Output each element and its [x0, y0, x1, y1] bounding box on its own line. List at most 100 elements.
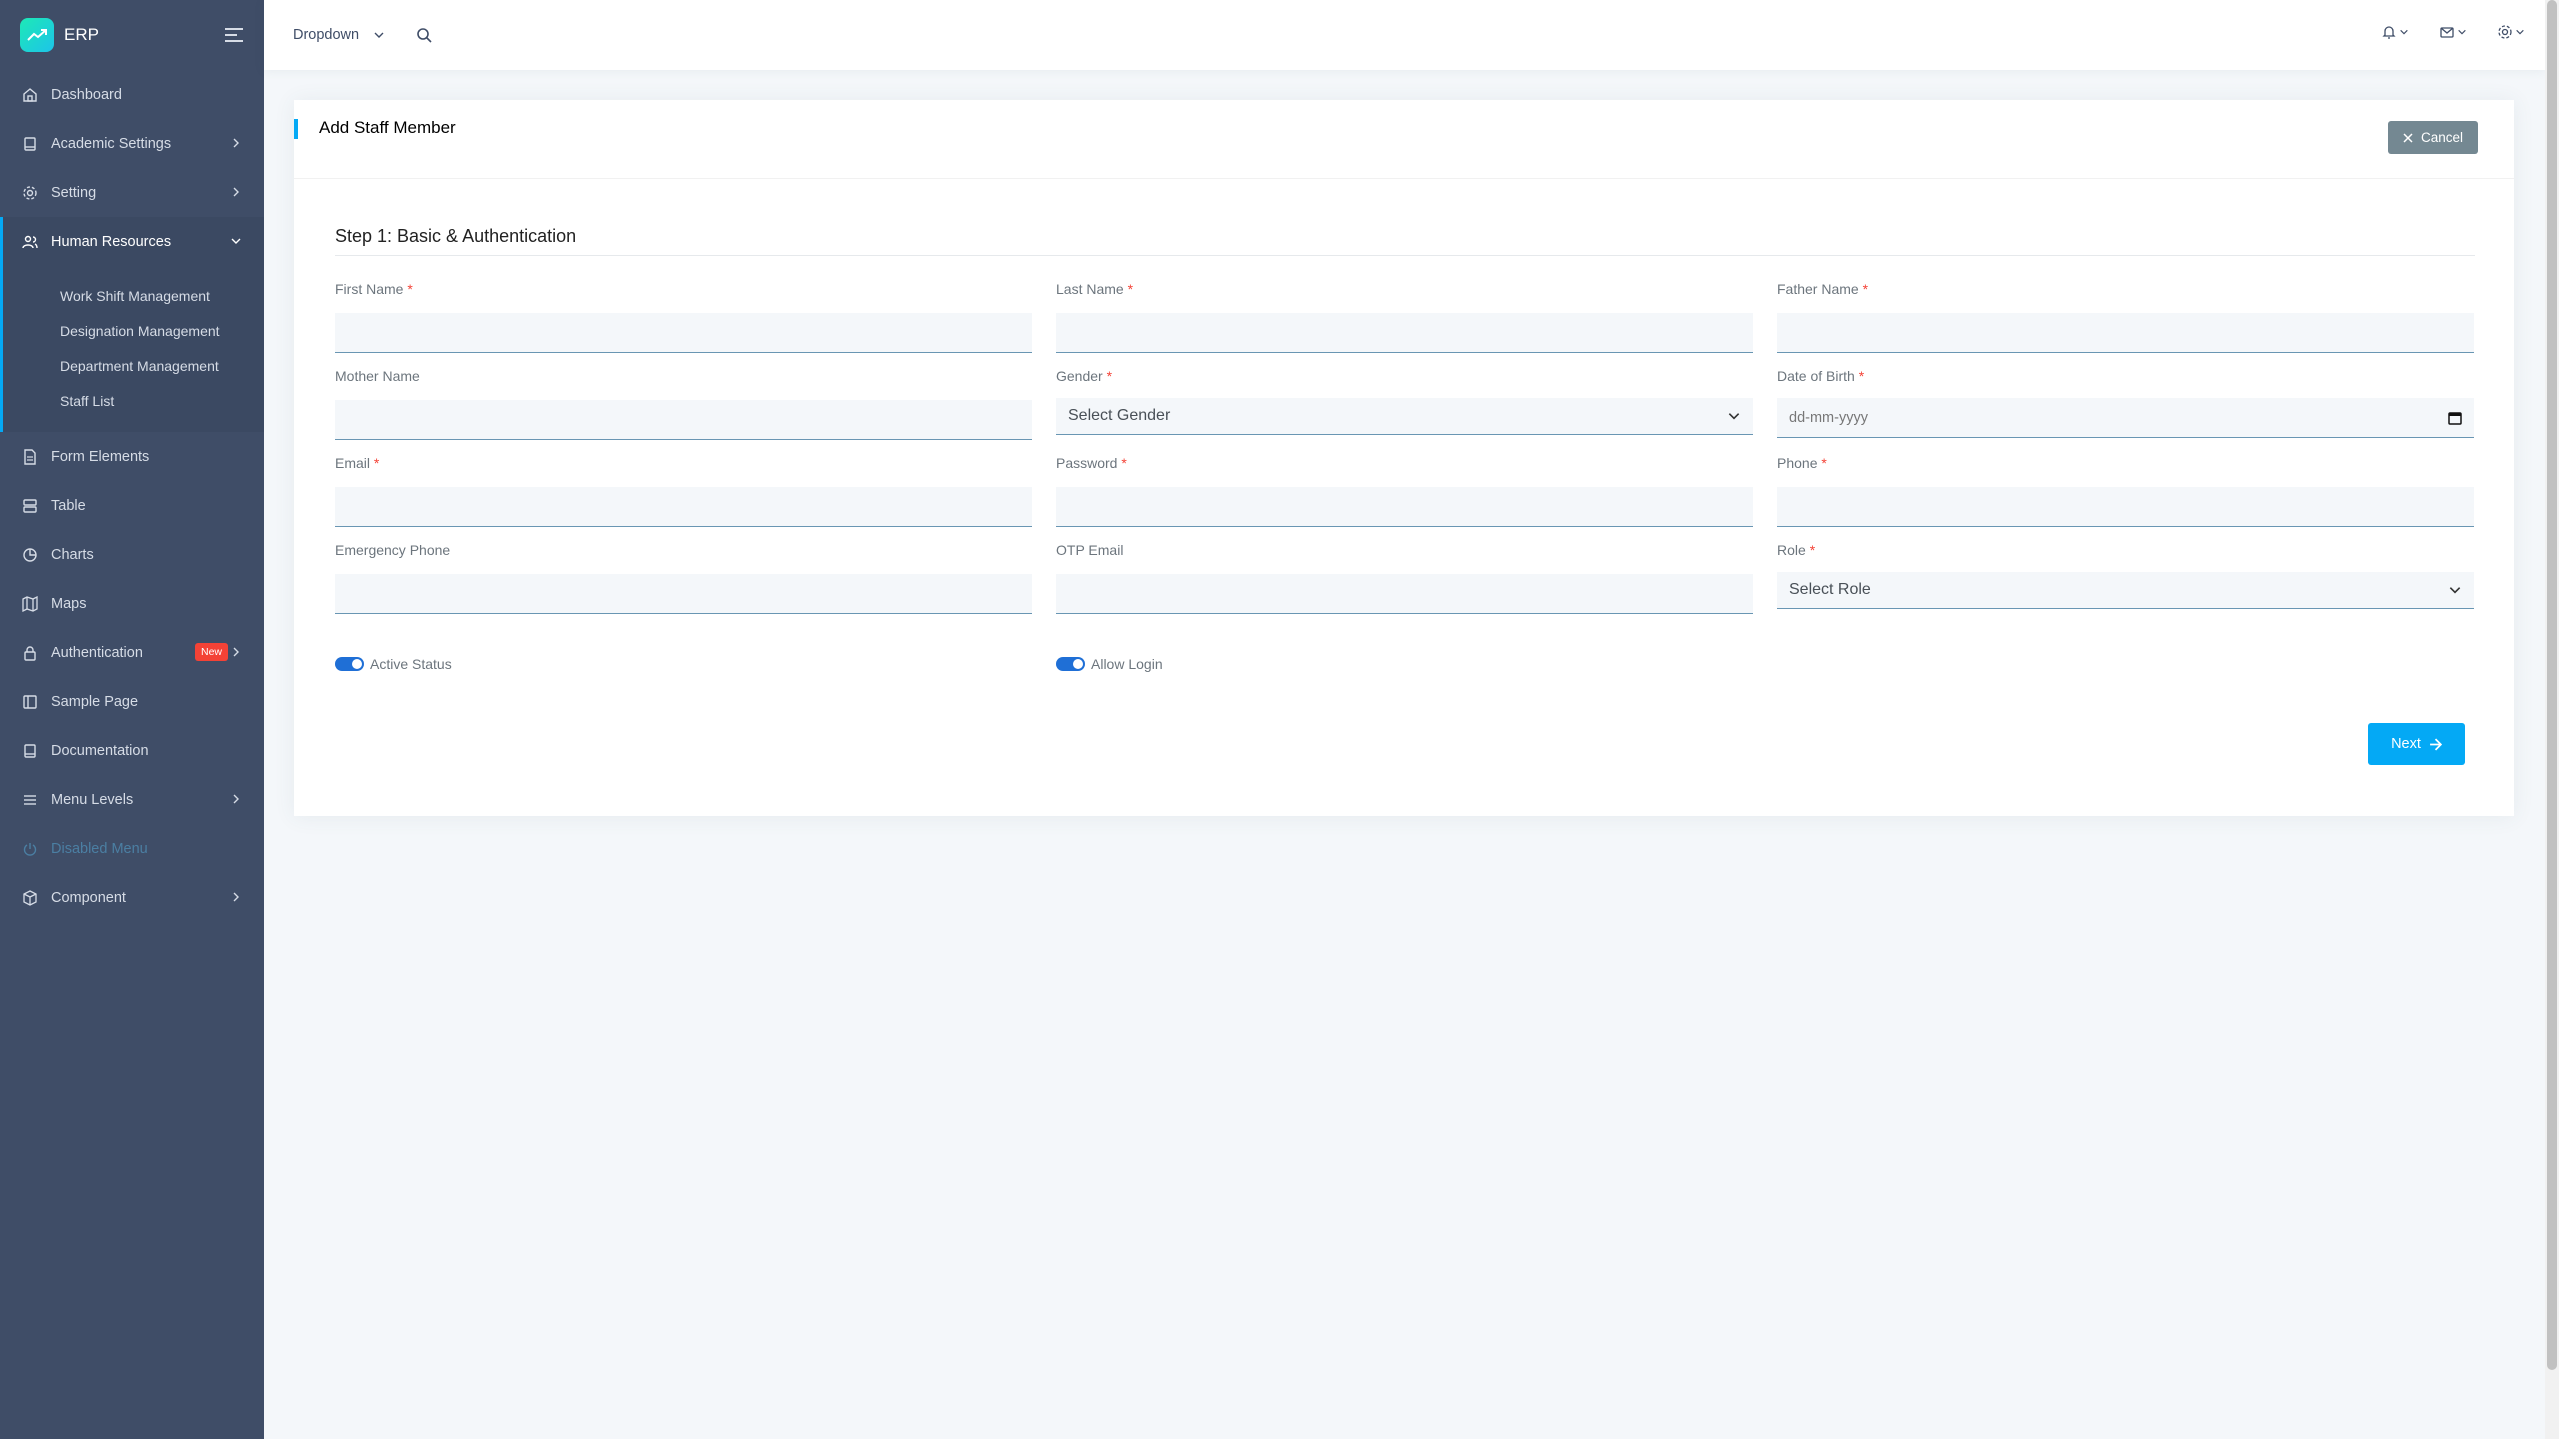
allow-login-switch-row: Allow Login — [1056, 656, 1163, 672]
sidebar-item-component[interactable]: Component — [0, 873, 264, 922]
sidebar-item-charts[interactable]: Charts — [0, 530, 264, 579]
menu-toggle-icon[interactable] — [224, 26, 244, 44]
first-name-input[interactable] — [335, 313, 1032, 353]
chevron-right-icon — [233, 187, 239, 197]
first-name-group: First Name * — [335, 281, 1032, 353]
cancel-button[interactable]: Cancel — [2387, 121, 2478, 154]
label-text: Phone — [1777, 455, 1818, 471]
label-text: Role — [1777, 542, 1806, 558]
last-name-input[interactable] — [1056, 313, 1753, 353]
scrollbar-thumb[interactable] — [2547, 0, 2557, 1370]
sidebar-item-label: Human Resources — [51, 233, 172, 250]
sidebar-subitem-work-shift[interactable]: Work Shift Management — [0, 278, 264, 313]
sidebar-item-table[interactable]: Table — [0, 481, 264, 530]
page-scrollbar[interactable] — [2545, 0, 2559, 1439]
sidebar-item-label: Menu Levels — [51, 791, 134, 808]
mother-name-group: Mother Name — [335, 368, 1032, 440]
sidebar-item-form-elements[interactable]: Form Elements — [0, 432, 264, 481]
gender-select-value: Select Gender — [1068, 407, 1171, 424]
required-mark: * — [1858, 368, 1865, 384]
active-status-toggle[interactable] — [335, 657, 364, 671]
pie-chart-icon — [23, 547, 37, 562]
sidebar-subitem-department[interactable]: Department Management — [0, 348, 264, 383]
chevron-down-icon — [2400, 29, 2408, 35]
active-status-switch-row: Active Status — [335, 656, 452, 672]
phone-group: Phone * — [1777, 455, 2474, 527]
father-name-label: Father Name * — [1777, 281, 2474, 301]
sidebar-item-human-resources[interactable]: Human Resources — [0, 217, 264, 266]
server-icon — [23, 498, 37, 513]
father-name-group: Father Name * — [1777, 281, 2474, 353]
home-icon — [23, 87, 37, 102]
step-title: Step 1: Basic & Authentication — [335, 224, 2475, 256]
role-select-value: Select Role — [1789, 581, 1871, 598]
label-text: Password — [1056, 455, 1118, 471]
password-input[interactable] — [1056, 487, 1753, 527]
sidebar-item-label: Charts — [51, 546, 94, 563]
settings-button[interactable] — [2497, 24, 2525, 40]
search-icon[interactable] — [415, 26, 433, 44]
brand-logo-icon[interactable] — [20, 18, 54, 52]
chevron-right-icon — [233, 647, 239, 657]
add-staff-card: Add Staff Member Cancel Step 1: Basic & … — [294, 100, 2514, 816]
map-icon — [22, 595, 38, 612]
last-name-group: Last Name * — [1056, 281, 1753, 353]
brand: ERP — [0, 0, 264, 70]
messages-button[interactable] — [2439, 24, 2467, 40]
dob-placeholder: dd-mm-yyyy — [1789, 409, 1868, 426]
sidebar-item-label: Documentation — [51, 742, 149, 759]
sidebar-item-menu-levels[interactable]: Menu Levels — [0, 775, 264, 824]
label-text: First Name — [335, 281, 404, 297]
email-input[interactable] — [335, 487, 1032, 527]
bell-icon — [2382, 26, 2396, 39]
next-button[interactable]: Next — [2368, 723, 2465, 765]
sidebar: ERP Dashboard Academic Settings Setting … — [0, 0, 264, 1439]
label-text: Email — [335, 455, 371, 471]
card-title: Add Staff Member — [319, 118, 456, 137]
emergency-phone-group: Emergency Phone — [335, 542, 1032, 614]
sidebar-item-label: Sample Page — [51, 693, 139, 710]
sidebar-item-setting[interactable]: Setting — [0, 168, 264, 217]
sidebar-item-label: Maps — [51, 595, 87, 612]
allow-login-toggle[interactable] — [1056, 657, 1085, 671]
otp-email-input[interactable] — [1056, 574, 1753, 614]
emergency-phone-input[interactable] — [335, 574, 1032, 614]
notifications-button[interactable] — [2381, 24, 2409, 40]
sidebar-item-academic-settings[interactable]: Academic Settings — [0, 119, 264, 168]
required-mark: * — [1862, 281, 1869, 297]
sidebar-item-sample-page[interactable]: Sample Page — [0, 677, 264, 726]
gender-select[interactable]: Select Gender — [1056, 398, 1753, 435]
sidebar-item-label: Academic Settings — [51, 135, 172, 152]
father-name-input[interactable] — [1777, 313, 2474, 353]
chevron-right-icon — [233, 794, 239, 804]
required-mark: * — [1121, 455, 1127, 471]
calendar-icon[interactable] — [2448, 411, 2462, 425]
required-mark: * — [407, 281, 413, 297]
arrow-right-icon — [2429, 737, 2442, 751]
new-badge: New — [194, 643, 228, 661]
chevron-down-icon — [2449, 587, 2461, 594]
required-mark: * — [1106, 368, 1113, 384]
phone-input[interactable] — [1777, 487, 2474, 527]
sidebar-subitem-staff-list[interactable]: Staff List — [0, 383, 264, 418]
mother-name-input[interactable] — [335, 400, 1032, 440]
sidebar-item-dashboard[interactable]: Dashboard — [0, 70, 264, 119]
chevron-right-icon — [233, 138, 239, 148]
sidebar-item-authentication[interactable]: Authentication New — [0, 628, 264, 677]
lock-icon — [24, 645, 36, 661]
menu-icon — [24, 794, 36, 805]
allow-login-label: Allow Login — [1091, 656, 1163, 672]
active-status-label: Active Status — [370, 656, 452, 672]
sidebar-subitem-designation[interactable]: Designation Management — [0, 313, 264, 348]
dob-input[interactable]: dd-mm-yyyy — [1777, 398, 2474, 438]
sidebar-item-label: Setting — [51, 184, 97, 201]
label-text: Gender — [1056, 368, 1103, 384]
role-select[interactable]: Select Role — [1777, 572, 2474, 609]
gear-icon — [2498, 25, 2512, 39]
card-header: Add Staff Member Cancel — [294, 100, 2514, 179]
last-name-label: Last Name * — [1056, 281, 1753, 301]
sidebar-item-documentation[interactable]: Documentation — [0, 726, 264, 775]
power-icon — [23, 842, 37, 856]
sidebar-item-maps[interactable]: Maps — [0, 579, 264, 628]
header-dropdown[interactable]: Dropdown — [293, 27, 385, 43]
